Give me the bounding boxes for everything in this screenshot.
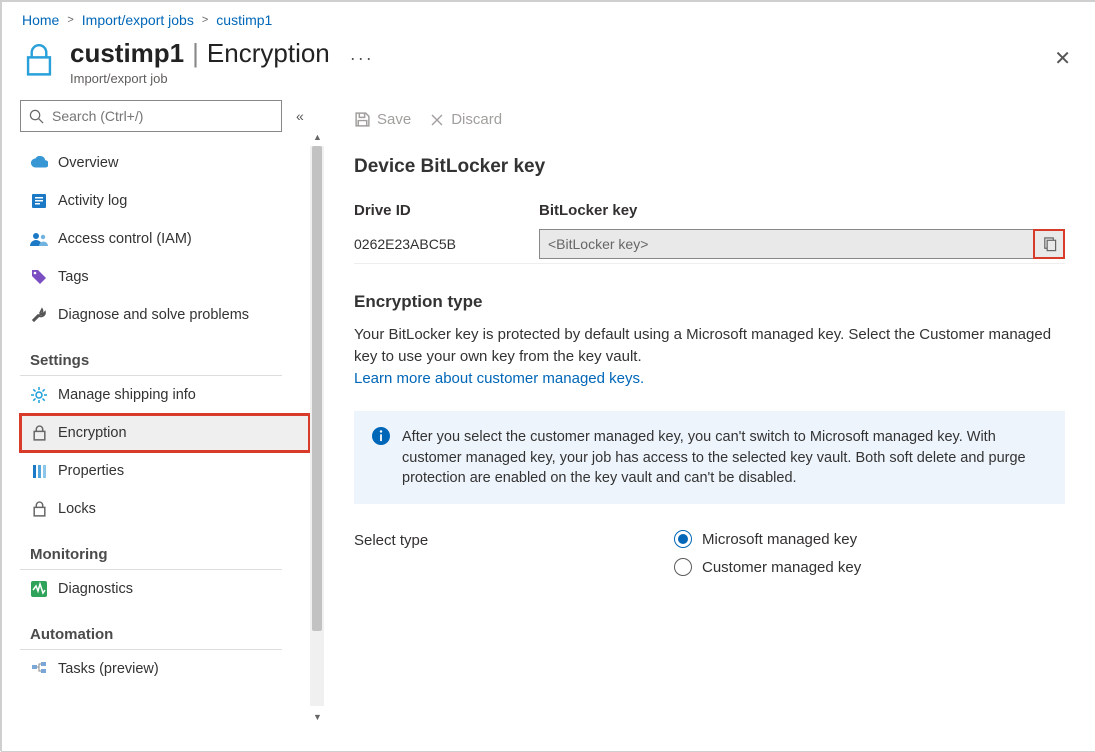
learn-more-link[interactable]: Learn more about customer managed keys. xyxy=(354,370,644,387)
page-subtitle: Import/export job xyxy=(70,71,330,86)
action-bar: Save Discard xyxy=(354,111,1065,128)
nav-manage-shipping[interactable]: Manage shipping info xyxy=(20,376,310,414)
tag-icon xyxy=(30,268,48,286)
page-title: custimp1 | Encryption xyxy=(70,38,330,69)
copy-button[interactable] xyxy=(1034,230,1064,258)
nav-label: Activity log xyxy=(58,193,127,209)
save-button[interactable]: Save xyxy=(354,111,411,128)
drive-id-value: 0262E23ABC5B xyxy=(354,236,539,252)
col-drive-id: Drive ID xyxy=(354,202,539,219)
gear-icon xyxy=(30,386,48,404)
lock-icon xyxy=(22,38,56,78)
encryption-type-title: Encryption type xyxy=(354,292,1065,312)
people-icon xyxy=(30,230,48,248)
bitlocker-key-value: <BitLocker key> xyxy=(540,236,1034,252)
nav-label: Tasks (preview) xyxy=(58,661,159,677)
nav-label: Access control (IAM) xyxy=(58,231,192,247)
info-box: After you select the customer managed ke… xyxy=(354,411,1065,504)
search-icon xyxy=(29,109,44,124)
collapse-sidebar-button[interactable]: « xyxy=(296,108,304,124)
nav-label: Diagnose and solve problems xyxy=(58,307,249,323)
nav-encryption[interactable]: Encryption xyxy=(20,414,310,452)
nav-section-settings: Settings xyxy=(20,334,282,376)
info-icon xyxy=(372,427,390,488)
wrench-icon xyxy=(30,306,48,324)
tasks-icon xyxy=(30,660,48,678)
nav-properties[interactable]: Properties xyxy=(20,452,310,490)
breadcrumb-parent[interactable]: Import/export jobs xyxy=(82,12,194,28)
info-text: After you select the customer managed ke… xyxy=(402,427,1047,488)
nav-label: Locks xyxy=(58,501,96,517)
nav-label: Manage shipping info xyxy=(58,387,196,403)
breadcrumb: Home > Import/export jobs > custimp1 xyxy=(2,2,1095,34)
chevron-right-icon: > xyxy=(202,14,208,26)
cloud-icon xyxy=(30,154,48,172)
select-type-label: Select type xyxy=(354,530,674,549)
col-bitlocker-key: BitLocker key xyxy=(539,202,1065,219)
save-icon xyxy=(354,111,371,128)
nav-tags[interactable]: Tags xyxy=(20,258,310,296)
nav-label: Tags xyxy=(58,269,89,285)
radio-customer-key[interactable]: Customer managed key xyxy=(674,558,861,576)
radio-icon xyxy=(674,558,692,576)
nav: Overview Activity log Access control (IA… xyxy=(20,144,310,688)
nav-section-monitoring: Monitoring xyxy=(20,528,282,570)
breadcrumb-home[interactable]: Home xyxy=(22,12,59,28)
nav-label: Encryption xyxy=(58,425,127,441)
breadcrumb-current[interactable]: custimp1 xyxy=(216,12,272,28)
nav-access-control[interactable]: Access control (IAM) xyxy=(20,220,310,258)
bitlocker-table: Drive ID BitLocker key 0262E23ABC5B <Bit… xyxy=(354,196,1065,264)
close-button[interactable]: ✕ xyxy=(1050,38,1075,71)
nav-locks[interactable]: Locks xyxy=(20,490,310,528)
nav-label: Properties xyxy=(58,463,124,479)
encryption-description: Your BitLocker key is protected by defau… xyxy=(354,324,1065,389)
discard-button[interactable]: Discard xyxy=(429,111,502,128)
select-type-row: Select type Microsoft managed key Custom… xyxy=(354,530,1065,586)
nav-label: Overview xyxy=(58,155,118,171)
bitlocker-title: Device BitLocker key xyxy=(354,156,1065,178)
more-button[interactable]: ··· xyxy=(344,38,380,69)
nav-activity-log[interactable]: Activity log xyxy=(20,182,310,220)
nav-tasks[interactable]: Tasks (preview) xyxy=(20,650,310,688)
log-icon xyxy=(30,192,48,210)
radio-icon xyxy=(674,530,692,548)
diagnostics-icon xyxy=(30,580,48,598)
properties-icon xyxy=(30,462,48,480)
nav-diagnostics[interactable]: Diagnostics xyxy=(20,570,310,608)
bitlocker-key-field[interactable]: <BitLocker key> xyxy=(539,229,1065,259)
radio-microsoft-key[interactable]: Microsoft managed key xyxy=(674,530,861,548)
chevron-right-icon: > xyxy=(67,14,73,26)
main-content: Save Discard Device BitLocker key Drive … xyxy=(324,96,1095,742)
sidebar-scrollbar[interactable]: ▲ ▼ xyxy=(310,146,324,706)
copy-icon xyxy=(1042,237,1057,252)
sidebar: « Overview Activity log Access control (… xyxy=(2,96,324,742)
page-header: custimp1 | Encryption Import/export job … xyxy=(2,34,1095,96)
discard-icon xyxy=(429,112,445,128)
nav-overview[interactable]: Overview xyxy=(20,144,310,182)
nav-diagnose[interactable]: Diagnose and solve problems xyxy=(20,296,310,334)
locks-icon xyxy=(30,500,48,518)
nav-section-automation: Automation xyxy=(20,608,282,650)
search-input[interactable] xyxy=(20,100,282,132)
nav-label: Diagnostics xyxy=(58,581,133,597)
lock-icon xyxy=(30,424,48,442)
table-row: 0262E23ABC5B <BitLocker key> xyxy=(354,225,1065,264)
